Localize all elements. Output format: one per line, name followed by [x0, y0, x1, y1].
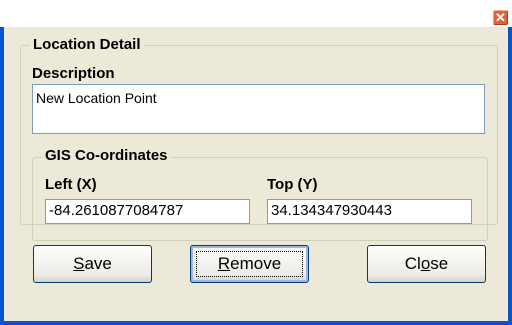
top-y-field[interactable]: 34.134347930443: [267, 199, 472, 224]
description-field[interactable]: New Location Point: [32, 84, 485, 134]
top-y-label: Top (Y): [267, 176, 318, 193]
save-accel: S: [73, 254, 85, 273]
save-label-rest: ave: [84, 254, 112, 273]
focus-rect: [196, 251, 303, 277]
description-label: Description: [32, 65, 115, 82]
remove-button[interactable]: Remove: [190, 245, 309, 283]
close-accel: o: [420, 254, 431, 273]
window-frame-left: [0, 27, 4, 325]
gis-coordinates-title: GIS Co-ordinates: [42, 148, 171, 164]
close-label-rest: se: [430, 254, 449, 273]
window-frame-bottom: [0, 321, 512, 325]
close-label-pre: Cl: [404, 254, 421, 273]
close-button[interactable]: Close: [367, 245, 486, 283]
save-button[interactable]: Save: [33, 245, 152, 283]
title-bar: [0, 0, 512, 27]
location-detail-title: Location Detail: [30, 37, 144, 53]
window-frame-right: [508, 27, 512, 325]
close-window-icon[interactable]: ✕: [492, 9, 509, 26]
left-x-field[interactable]: -84.2610877084787: [45, 199, 250, 224]
left-x-label: Left (X): [45, 176, 97, 193]
